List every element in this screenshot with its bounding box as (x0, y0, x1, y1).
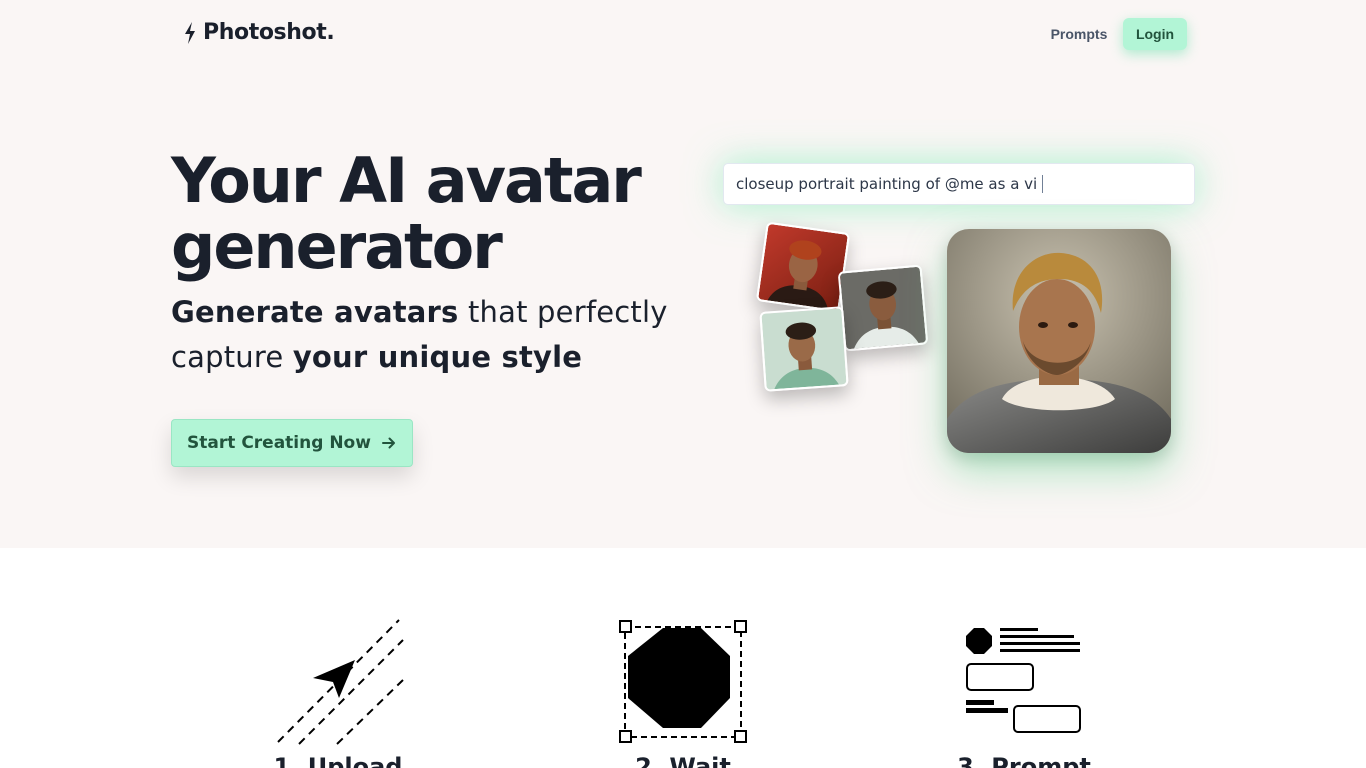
hero-subhead: Generate avatars that perfectly capture … (171, 290, 691, 380)
lightning-bolt-icon (185, 21, 195, 44)
subhead-emphasis-1: Generate avatars (171, 295, 459, 329)
text-caret (1042, 175, 1044, 193)
avatar-thumbnail-red (755, 221, 851, 313)
step-prompt-label: 3. Prompt (957, 753, 1091, 768)
brand-logo[interactable]: Photoshot. (183, 20, 335, 45)
avatar-thumbnail-gray (837, 264, 929, 352)
arrow-right-icon (381, 437, 395, 449)
subhead-emphasis-2: your unique style (292, 340, 583, 374)
login-button[interactable]: Login (1123, 18, 1187, 50)
generated-avatar-image (947, 229, 1171, 453)
step-upload-label: 1. Upload (273, 753, 403, 768)
paper-plane-icon (277, 618, 405, 746)
nav-prompts-link[interactable]: Prompts (1040, 19, 1118, 49)
brand-name: Photoshot. (203, 20, 335, 45)
octagon-selection-icon (618, 618, 748, 746)
prompt-input[interactable]: closeup portrait painting of @me as a vi (723, 163, 1195, 205)
avatar-thumbnail-mint (759, 306, 849, 392)
start-creating-label: Start Creating Now (187, 433, 371, 453)
hero-headline: Your AI avatar generator (171, 144, 642, 283)
steps-section: 1. Upload 2. Wait 3. Prompt (0, 548, 1366, 768)
layout-blocks-icon (964, 618, 1084, 738)
start-creating-button[interactable]: Start Creating Now (171, 419, 413, 467)
hero-section: Photoshot. Prompts Login Your AI avatar … (0, 0, 1366, 548)
prompt-text: closeup portrait painting of @me as a vi (736, 175, 1038, 193)
step-wait-label: 2. Wait (635, 753, 731, 768)
